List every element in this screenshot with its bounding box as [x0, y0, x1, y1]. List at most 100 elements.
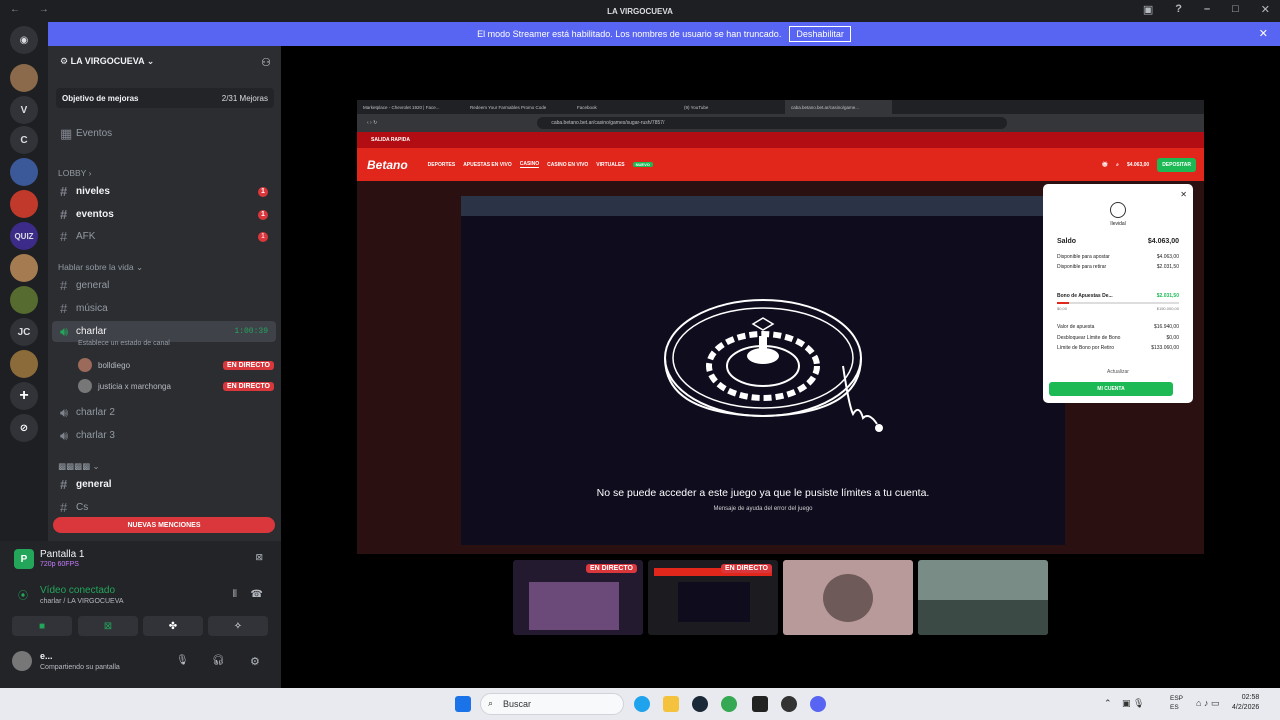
user-video-thumbnail[interactable] [918, 560, 1048, 635]
explorer-icon[interactable] [663, 696, 679, 712]
minimize-icon[interactable]: – [1204, 3, 1210, 16]
noise-icon[interactable]: ⦀ [233, 589, 237, 600]
disable-streamer-button[interactable]: Deshabilitar [789, 26, 851, 42]
edge-icon[interactable] [634, 696, 650, 712]
user-avatar[interactable] [12, 651, 32, 671]
share-screen-button[interactable]: ⊠ [78, 616, 138, 636]
server-name[interactable]: ⚙ LA VIRGOCUEVA ⌄ [60, 56, 154, 67]
discover-icon[interactable]: ⊘ [10, 414, 38, 442]
header-balance[interactable]: $4.063,00 [1127, 162, 1149, 168]
channel-eventos[interactable]: # eventos 1 [52, 204, 276, 225]
events-item[interactable]: ▦ Eventos [52, 123, 276, 144]
app-icon[interactable] [781, 696, 797, 712]
browser-tab[interactable]: Marketplace - Chevrolet 1920 | Face... [357, 105, 464, 110]
activities-button[interactable]: ✤ [143, 616, 203, 636]
voice-channel-charlar[interactable]: 🔊︎ charlar 1:00:39 [52, 321, 276, 342]
discord-icon[interactable] [810, 696, 826, 712]
back-forward-icon[interactable]: ← → [10, 4, 57, 15]
quick-exit-bar: SALIDA RAPIDA [357, 132, 1204, 148]
chrome-icon[interactable] [721, 696, 737, 712]
inbox-icon[interactable]: ▣ [1143, 3, 1153, 16]
channel-general-2[interactable]: # general [52, 474, 276, 495]
nav-item[interactable]: DEPORTES [428, 162, 456, 168]
steam-icon[interactable] [692, 696, 708, 712]
maximize-icon[interactable]: □ [1232, 3, 1239, 16]
server-icon[interactable] [10, 350, 38, 378]
camera-button[interactable]: ■ [12, 616, 72, 636]
new-mentions-button[interactable]: NUEVAS MENCIONES [53, 517, 275, 533]
add-server-icon[interactable]: + [10, 382, 38, 410]
voice-channel-charlar-2[interactable]: 🔊︎ charlar 2 [52, 402, 276, 423]
voice-user[interactable]: justicia x marchonga EN DIRECTO [78, 378, 274, 394]
stream-thumbnail[interactable]: EN DIRECTO [648, 560, 778, 635]
betano-logo[interactable]: Betano [367, 158, 408, 172]
browser-tab[interactable]: Redeem Your Farmables Promo Code [464, 105, 571, 110]
browser-tab[interactable]: (9) YouTube [678, 105, 785, 110]
channel-niveles[interactable]: # niveles 1 [52, 181, 276, 202]
nav-item[interactable]: APUESTAS EN VIVO [463, 162, 512, 168]
window-title: LA VIRGOCUEVA [607, 6, 673, 16]
category-lobby[interactable]: LOBBY › [58, 168, 91, 178]
channel-afk[interactable]: # AFK 1 [52, 226, 276, 247]
title-bar: ← → LA VIRGOCUEVA ▣? – □ ✕ [0, 0, 1280, 22]
server-icon[interactable] [10, 254, 38, 282]
nav-item[interactable]: CASINO EN VIVO [547, 162, 588, 168]
start-icon[interactable] [455, 696, 471, 712]
server-icon[interactable] [10, 158, 38, 186]
quick-exit[interactable]: SALIDA RAPIDA [371, 137, 410, 143]
category-hidden[interactable]: ▩▩▩▩ ⌄ [58, 461, 100, 472]
soundboard-button[interactable]: ✧ [208, 616, 268, 636]
hash-icon: # [60, 477, 68, 492]
server-icon[interactable]: V [10, 96, 38, 124]
update-button[interactable]: Actualizar [1043, 369, 1193, 375]
category-hablar[interactable]: Hablar sobre la vida ⌄ [58, 262, 143, 273]
discord-home-icon[interactable]: ◉ [10, 26, 38, 54]
deposit-button[interactable]: DEPOSITAR [1157, 157, 1196, 172]
language-indicator[interactable]: ESP ES [1170, 694, 1183, 712]
epic-games-icon[interactable] [752, 696, 768, 712]
server-icon[interactable] [10, 286, 38, 314]
close-stream-icon[interactable]: ⊠ [255, 552, 263, 563]
gift-icon[interactable]: 🎁︎ [1102, 162, 1108, 168]
channel-musica[interactable]: # música [52, 298, 276, 319]
url-bar[interactable]: caba.betano.bet.ar/casino/games/sugar-ru… [537, 117, 1008, 129]
channel-cs[interactable]: # Cs [52, 497, 276, 518]
voice-user[interactable]: bolldiego EN DIRECTO [78, 357, 274, 373]
taskbar-search[interactable]: ⌕ Buscar [480, 693, 624, 715]
server-icon[interactable] [10, 64, 38, 92]
channel-status[interactable]: Establece un estado de canal [78, 340, 170, 347]
voice-channel-charlar-3[interactable]: 🔊︎ charlar 3 [52, 425, 276, 446]
help-link[interactable]: Mensaje de ayuda del error del juego [461, 506, 1065, 512]
headphones-icon[interactable]: 🎧︎ [212, 655, 225, 666]
live-badge: EN DIRECTO [222, 381, 274, 391]
browser-tab[interactable]: Facebook [571, 105, 678, 110]
help-icon[interactable]: ? [1175, 3, 1182, 16]
clock[interactable]: 02:58 4/2/2026 [1232, 693, 1259, 713]
window-controls[interactable]: ▣? – □ ✕ [1143, 3, 1270, 16]
server-icon[interactable]: JC [10, 318, 38, 346]
browser-tab-active[interactable]: caba.betano.bet.ar/casino/game... [785, 100, 892, 114]
server-icon[interactable]: QUIZ [10, 222, 38, 250]
stream-thumbnail[interactable]: EN DIRECTO [513, 560, 643, 635]
tray-icons[interactable]: ▣ 🎙︎ [1122, 698, 1144, 709]
server-icon[interactable]: C [10, 126, 38, 154]
nav-icons[interactable]: ‹ › ↻ [367, 120, 377, 126]
settings-icon[interactable]: ⚙ [250, 655, 260, 668]
account-button[interactable]: MI CUENTA [1049, 382, 1173, 396]
close-icon[interactable]: ✕ [1261, 3, 1270, 16]
network-volume-battery-icons[interactable]: ⌂ ♪ ▭ [1196, 698, 1219, 709]
nav-item[interactable]: CASINO [519, 161, 540, 168]
disconnect-icon[interactable]: ☎ [251, 589, 263, 600]
close-icon[interactable]: ✕ [1180, 190, 1187, 199]
search-icon: ⌕ [488, 698, 494, 708]
mic-icon[interactable]: 🎙︎ [176, 655, 189, 666]
close-banner-icon[interactable]: ✕ [1259, 27, 1268, 40]
server-icon[interactable] [10, 190, 38, 218]
user-video-thumbnail[interactable] [783, 560, 913, 635]
search-icon[interactable]: ⌕ [1116, 162, 1119, 168]
invite-icon[interactable]: ⚇ [261, 56, 271, 69]
channel-general[interactable]: # general [52, 275, 276, 296]
nav-item[interactable]: VIRTUALES [596, 162, 624, 168]
chevron-up-icon[interactable]: ⌃ [1104, 698, 1112, 709]
boost-goal[interactable]: Objetivo de mejoras 2/31 Mejoras [56, 88, 274, 108]
